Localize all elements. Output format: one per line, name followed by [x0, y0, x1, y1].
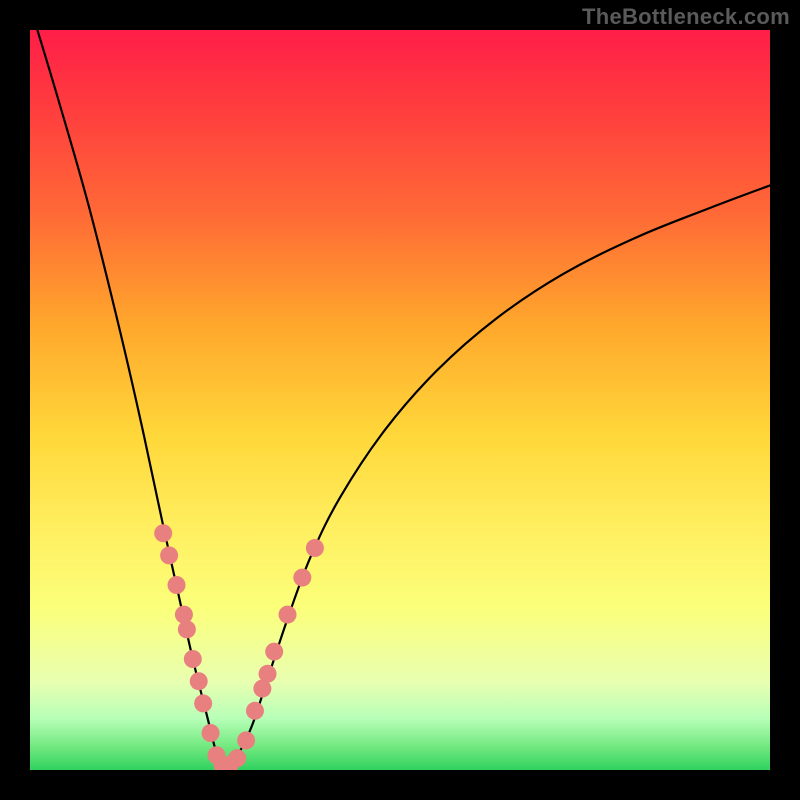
gradient-plot-area — [30, 30, 770, 770]
data-point-dot — [160, 546, 178, 564]
data-point-dot — [175, 606, 193, 624]
data-point-dot — [154, 524, 172, 542]
bottleneck-curve — [222, 185, 770, 766]
chart-frame: TheBottleneck.com — [0, 0, 800, 800]
data-point-dot — [190, 672, 208, 690]
data-point-dot — [279, 606, 297, 624]
data-point-dot — [293, 569, 311, 587]
curve-overlay — [30, 30, 770, 770]
watermark-attribution: TheBottleneck.com — [582, 4, 790, 30]
data-point-dot — [228, 749, 246, 767]
data-point-dot — [259, 665, 277, 683]
data-point-dot — [168, 576, 186, 594]
data-point-dot — [202, 724, 220, 742]
data-point-dot — [184, 650, 202, 668]
data-point-dot — [246, 702, 264, 720]
data-point-dot — [237, 731, 255, 749]
data-point-dot — [306, 539, 324, 557]
data-point-dot — [194, 694, 212, 712]
data-point-dot — [265, 643, 283, 661]
data-point-dot — [178, 620, 196, 638]
